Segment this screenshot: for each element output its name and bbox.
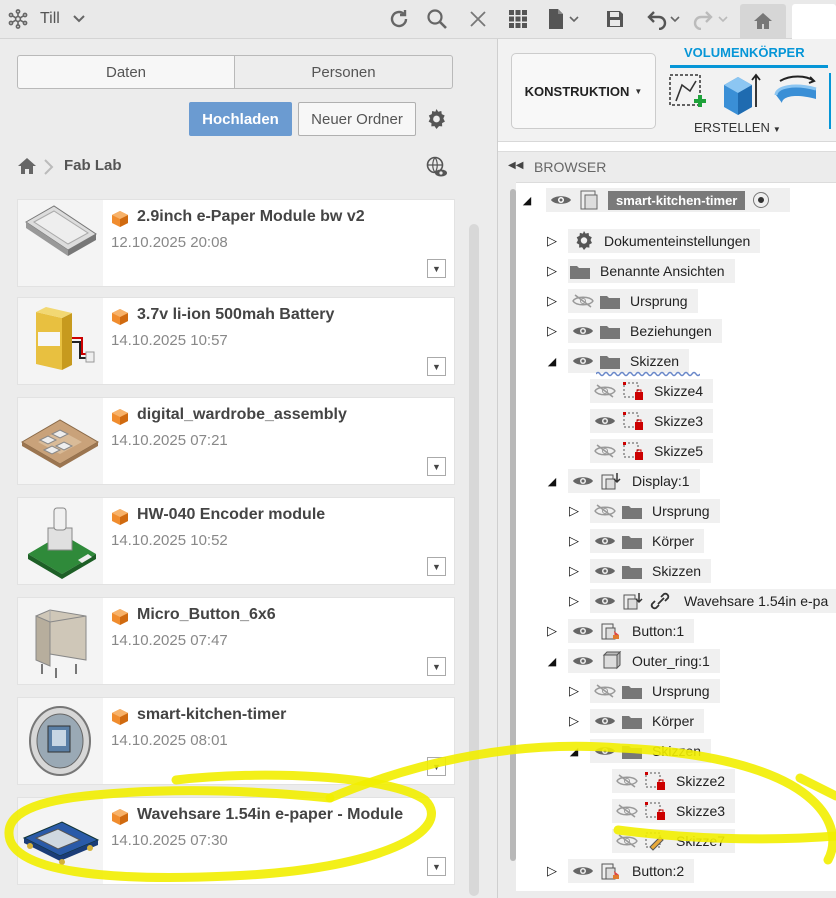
highlight-annotation (4, 741, 836, 882)
